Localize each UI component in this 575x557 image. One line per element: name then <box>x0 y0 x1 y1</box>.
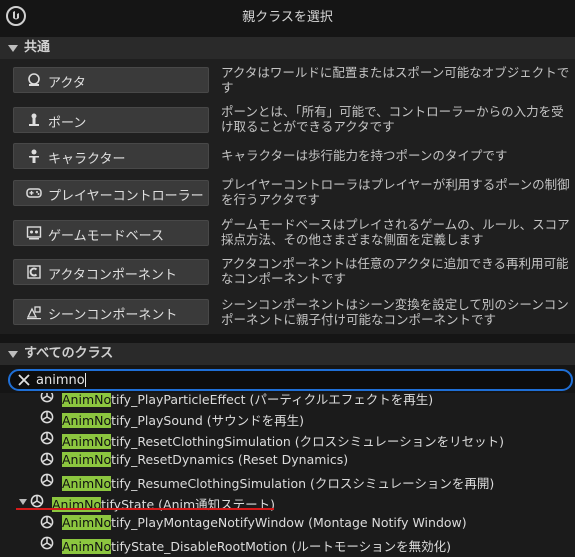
actor-label: アクタ <box>48 76 86 91</box>
collapse-triangle-icon <box>8 351 18 358</box>
character-label: キャラクター <box>48 152 126 167</box>
class-name: tify_ResumeClothingSimulation (クロスシミュレーシ… <box>111 476 495 491</box>
class-icon <box>40 431 54 445</box>
class-name: tify_ResetClothingSimulation (クロスシミュレーショ… <box>111 434 505 449</box>
all-classes-header-label: すべてのクラス <box>24 346 114 361</box>
pawn-icon <box>29 113 39 126</box>
search-match-highlight: AnimNo <box>62 476 112 491</box>
collapse-triangle-icon <box>8 45 18 52</box>
class-name: tify_PlaySound (サウンドを再生) <box>111 413 304 428</box>
scene-component-class-button[interactable]: シーンコンポーネント <box>13 299 209 325</box>
expand-chevron-down-icon[interactable] <box>19 499 27 505</box>
character-icon <box>29 149 39 163</box>
class-icon <box>40 393 54 403</box>
gamepad-icon <box>26 188 42 198</box>
actor-description: アクタはワールドに配置またはスポーン可能なオブジェクトです <box>221 65 570 95</box>
actor-component-icon <box>27 265 41 279</box>
class-icon <box>40 452 54 466</box>
class-name: tify_ResetDynamics (Reset Dynamics) <box>111 452 349 467</box>
search-match-highlight: AnimNo <box>62 452 112 467</box>
class-tree: AnimNotify_PlayParticleEffect (パーティクルエフェ… <box>0 393 575 557</box>
actor-icon <box>28 73 40 86</box>
common-section-header[interactable]: 共通 <box>0 37 575 59</box>
player-controller-label: プレイヤーコントローラー <box>48 189 204 204</box>
scene-component-label: シーンコンポーネント <box>48 308 178 323</box>
class-icon <box>40 536 54 550</box>
search-match-highlight: AnimNo <box>62 413 112 428</box>
list-item[interactable]: AnimNotify_ResetClothingSimulation (クロスシ… <box>0 428 575 449</box>
class-search-box[interactable] <box>8 369 573 391</box>
pawn-label: ポーン <box>48 116 87 131</box>
scene-component-description: シーンコンポーネントはシーン変換を設定して別のシーンコンポーネントに親子付け可能… <box>221 297 569 327</box>
game-mode-base-label: ゲームモードベース <box>48 229 164 244</box>
class-name: tify_PlayParticleEffect (パーティクルエフェクトを再生) <box>111 393 434 407</box>
scene-component-icon <box>26 306 41 320</box>
list-item[interactable]: AnimNotify_PlayMontageNotifyWindow (Mont… <box>0 512 575 533</box>
player-controller-class-button[interactable]: プレイヤーコントローラー <box>13 180 209 206</box>
pawn-class-button[interactable]: ポーン <box>13 107 209 133</box>
class-icon <box>40 515 54 529</box>
search-match-highlight: AnimNo <box>62 393 112 407</box>
list-item[interactable]: AnimNotify_PlaySound (サウンドを再生) <box>0 407 575 428</box>
character-class-button[interactable]: キャラクター <box>13 143 209 169</box>
class-icon <box>40 473 54 487</box>
common-header-label: 共通 <box>24 40 51 55</box>
text-caret <box>85 373 86 387</box>
clear-search-icon[interactable] <box>17 373 31 387</box>
list-item[interactable]: AnimNotify_ResumeClothingSimulation (クロス… <box>0 470 575 491</box>
search-match-highlight: AnimNo <box>62 434 112 449</box>
actor-component-class-button[interactable]: アクタコンポーネント <box>13 259 209 285</box>
list-item[interactable]: AnimNotifyState_DisableRootMotion (ルートモー… <box>0 533 575 554</box>
actor-component-label: アクタコンポーネント <box>48 268 177 283</box>
search-match-highlight: AnimNo <box>62 539 112 554</box>
title-bar: 親クラスを選択 <box>0 0 575 36</box>
list-item[interactable]: AnimNotify_ResetDynamics (Reset Dynamics… <box>0 449 575 470</box>
red-underline-annotation <box>16 508 274 510</box>
class-icon <box>40 410 54 424</box>
game-mode-base-class-button[interactable]: ゲームモードベース <box>13 220 209 246</box>
game-mode-base-description: ゲームモードベースはプレイされるゲームの、ルール、スコア採点方法、その他さまざま… <box>221 217 570 247</box>
window-title: 親クラスを選択 <box>242 10 333 25</box>
class-icon <box>30 494 44 508</box>
search-match-highlight: AnimNo <box>62 515 112 530</box>
game-mode-icon <box>26 226 42 240</box>
actor-component-description: アクタコンポーネントは任意のアクタに追加できる再利用可能なコンポーネントです <box>221 256 569 286</box>
class-name: tify_PlayMontageNotifyWindow (Montage No… <box>111 515 467 530</box>
actor-class-button[interactable]: アクタ <box>13 67 209 93</box>
pawn-description: ポーンとは、「所有」可能で、コントローラーからの入力を受け取ることができるアクタ… <box>221 104 564 134</box>
list-item[interactable]: AnimNotify_PlayParticleEffect (パーティクルエフェ… <box>0 393 575 407</box>
class-search-input[interactable] <box>36 372 536 388</box>
character-description: キャラクターは歩行能力を持つポーンのタイプです <box>221 148 508 163</box>
class-name: tifyState_DisableRootMotion (ルートモーションを無効… <box>111 539 451 554</box>
player-controller-description: プレイヤーコントローラはプレイヤーが利用するポーンの制御を行うアクタです <box>221 177 570 207</box>
all-classes-section-header[interactable]: すべてのクラス <box>0 343 575 365</box>
